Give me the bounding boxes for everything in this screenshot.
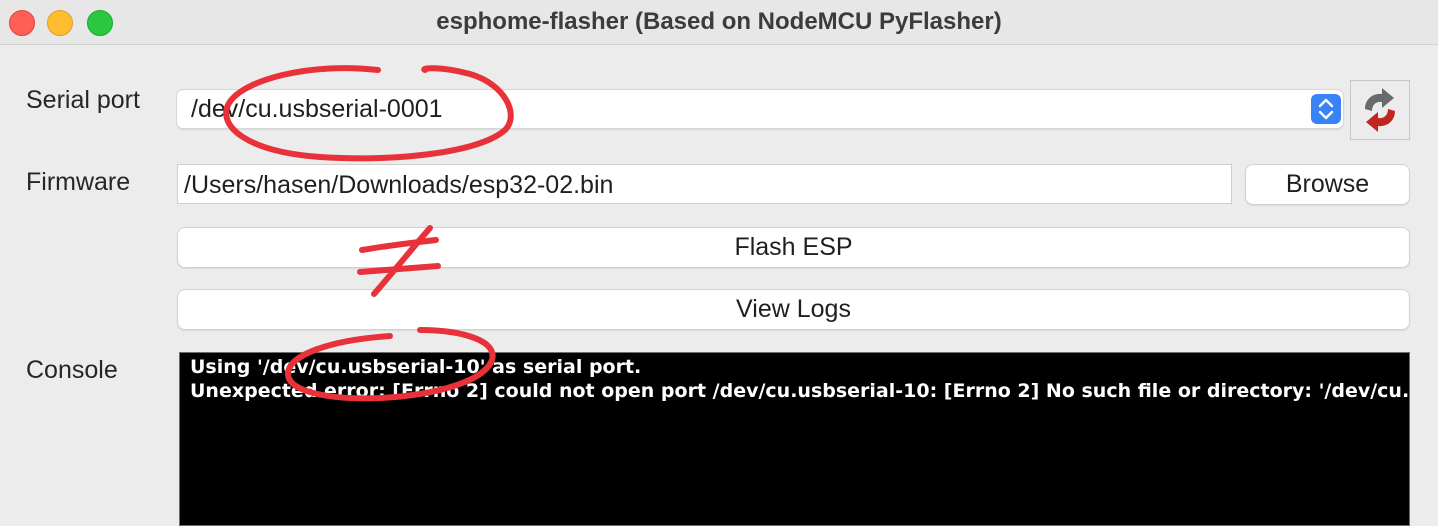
console-line-2: Unexpected error: [Errno 2] could not op… (190, 380, 1410, 402)
browse-button[interactable]: Browse (1245, 164, 1410, 205)
console-output[interactable]: Using '/dev/cu.usbserial-10' as serial p… (179, 352, 1410, 526)
flash-esp-button[interactable]: Flash ESP (177, 227, 1410, 268)
refresh-ports-button[interactable] (1350, 80, 1410, 140)
serial-port-label: Serial port (26, 86, 140, 114)
view-logs-button[interactable]: View Logs (177, 289, 1410, 330)
console-label: Console (26, 356, 118, 384)
serial-port-value: /dev/cu.usbserial-0001 (191, 95, 443, 123)
chevron-up-down-icon[interactable] (1311, 94, 1341, 124)
console-line-1: Using '/dev/cu.usbserial-10' as serial p… (190, 356, 642, 378)
serial-port-select[interactable]: /dev/cu.usbserial-0001 (176, 89, 1344, 129)
window-title: esphome-flasher (Based on NodeMCU PyFlas… (436, 8, 1002, 35)
refresh-arrows-icon (1365, 88, 1395, 132)
title-bar: esphome-flasher (Based on NodeMCU PyFlas… (0, 0, 1438, 45)
firmware-path-field[interactable]: /Users/hasen/Downloads/esp32-02.bin (177, 164, 1232, 204)
firmware-path-value: /Users/hasen/Downloads/esp32-02.bin (184, 171, 614, 199)
firmware-label: Firmware (26, 168, 131, 196)
